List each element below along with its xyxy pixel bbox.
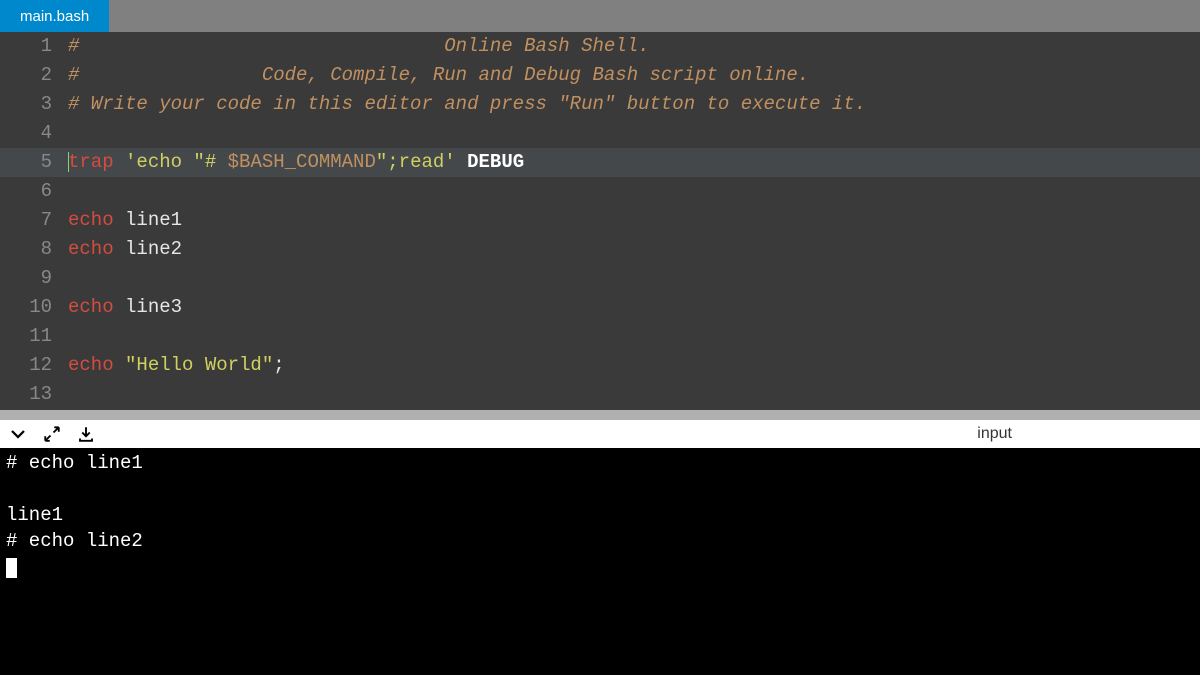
line-number: 9: [0, 264, 68, 293]
line-content[interactable]: # Code, Compile, Run and Debug Bash scri…: [68, 61, 1200, 90]
line-content[interactable]: [68, 264, 1200, 293]
code-line[interactable]: 12echo "Hello World";: [0, 351, 1200, 380]
line-number: 10: [0, 293, 68, 322]
line-content[interactable]: echo line3: [68, 293, 1200, 322]
code-line[interactable]: 3# Write your code in this editor and pr…: [0, 90, 1200, 119]
terminal-line: line1: [6, 502, 1194, 528]
line-content[interactable]: trap 'echo "# $BASH_COMMAND";read' DEBUG: [68, 148, 1200, 177]
line-content[interactable]: # Online Bash Shell.: [68, 32, 1200, 61]
code-line[interactable]: 4: [0, 119, 1200, 148]
terminal-cursor: [6, 558, 17, 578]
pane-divider[interactable]: [0, 410, 1200, 420]
code-token: line2: [114, 238, 182, 260]
expand-icon[interactable]: [42, 424, 62, 444]
code-token: [456, 151, 467, 173]
terminal-output[interactable]: # echo line1 line1# echo line2: [0, 448, 1200, 675]
code-token: # Write your code in this editor and pre…: [68, 93, 866, 115]
input-label: input: [977, 425, 1192, 443]
tab-label: main.bash: [20, 8, 89, 25]
code-token: ";read': [376, 151, 456, 173]
code-line[interactable]: 13: [0, 380, 1200, 409]
line-number: 5: [0, 148, 68, 177]
code-line[interactable]: 10echo line3: [0, 293, 1200, 322]
terminal-line: [6, 554, 1194, 580]
code-line[interactable]: 9: [0, 264, 1200, 293]
tab-bar: main.bash: [0, 0, 1200, 32]
line-number: 3: [0, 90, 68, 119]
line-number: 1: [0, 32, 68, 61]
code-token: # Online Bash Shell.: [68, 35, 650, 57]
code-token: echo: [68, 354, 114, 376]
terminal-line: # echo line2: [6, 528, 1194, 554]
line-content[interactable]: [68, 177, 1200, 206]
code-token: trap: [68, 151, 114, 173]
code-token: 'echo "#: [125, 151, 228, 173]
terminal-toolbar: input: [0, 420, 1200, 448]
line-content[interactable]: # Write your code in this editor and pre…: [68, 90, 1200, 119]
line-content[interactable]: echo line2: [68, 235, 1200, 264]
line-number: 8: [0, 235, 68, 264]
line-number: 4: [0, 119, 68, 148]
code-token: ;: [273, 354, 284, 376]
code-line[interactable]: 11: [0, 322, 1200, 351]
line-number: 13: [0, 380, 68, 409]
code-token: echo: [68, 209, 114, 231]
toolbar-left: [8, 424, 96, 444]
code-line[interactable]: 5trap 'echo "# $BASH_COMMAND";read' DEBU…: [0, 148, 1200, 177]
tab-main-bash[interactable]: main.bash: [0, 0, 109, 32]
code-token: line1: [114, 209, 182, 231]
code-token: echo: [68, 238, 114, 260]
terminal-line: [6, 476, 1194, 502]
chevron-down-icon[interactable]: [8, 424, 28, 444]
code-line[interactable]: 7echo line1: [0, 206, 1200, 235]
code-token: "Hello World": [125, 354, 273, 376]
code-line[interactable]: 6: [0, 177, 1200, 206]
code-token: $BASH_COMMAND: [228, 151, 376, 173]
line-number: 11: [0, 322, 68, 351]
line-content[interactable]: [68, 322, 1200, 351]
line-content[interactable]: [68, 119, 1200, 148]
code-token: [114, 354, 125, 376]
line-number: 7: [0, 206, 68, 235]
terminal-line: # echo line1: [6, 450, 1194, 476]
line-number: 12: [0, 351, 68, 380]
code-line[interactable]: 8echo line2: [0, 235, 1200, 264]
code-token: # Code, Compile, Run and Debug Bash scri…: [68, 64, 809, 86]
code-line[interactable]: 2# Code, Compile, Run and Debug Bash scr…: [0, 61, 1200, 90]
code-token: line3: [114, 296, 182, 318]
line-number: 2: [0, 61, 68, 90]
code-token: echo: [68, 296, 114, 318]
download-icon[interactable]: [76, 424, 96, 444]
line-content[interactable]: echo line1: [68, 206, 1200, 235]
code-token: [114, 151, 125, 173]
code-token: DEBUG: [467, 151, 524, 173]
line-content[interactable]: [68, 380, 1200, 409]
code-editor[interactable]: 1# Online Bash Shell.2# Code, Compile, R…: [0, 32, 1200, 410]
code-line[interactable]: 1# Online Bash Shell.: [0, 32, 1200, 61]
line-content[interactable]: echo "Hello World";: [68, 351, 1200, 380]
line-number: 6: [0, 177, 68, 206]
